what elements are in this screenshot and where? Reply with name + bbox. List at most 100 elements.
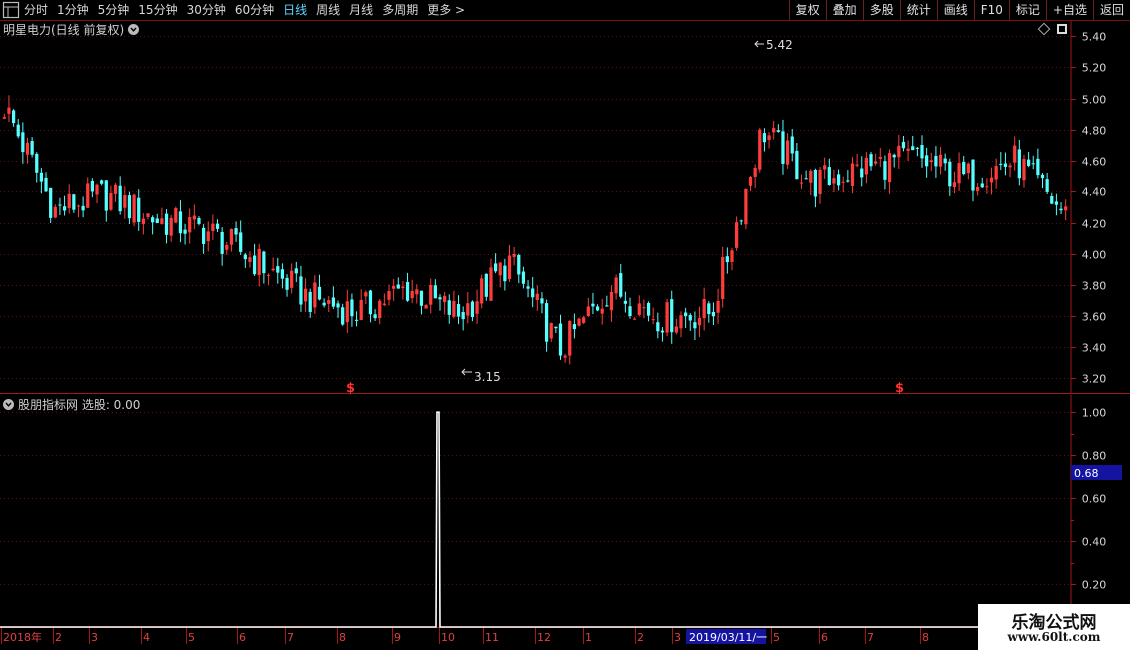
- candle-body: [456, 304, 461, 317]
- candle-body: [660, 330, 665, 333]
- tab-more[interactable]: 更多 >: [427, 0, 465, 20]
- price-tick-label: 4.80: [1082, 125, 1107, 138]
- candle-body: [271, 268, 275, 271]
- layout-icon[interactable]: [2, 1, 20, 19]
- candle-body: [109, 192, 113, 210]
- candle-body: [549, 322, 553, 339]
- candle-body: [118, 185, 122, 212]
- candle-body: [285, 277, 289, 290]
- candle-body: [906, 148, 910, 151]
- candle-body: [466, 303, 470, 316]
- candle-body: [517, 254, 521, 275]
- kline-chart[interactable]: 3.20 3.40 3.60 3.80 4.00 4.20 4.40 4.60 4.80 5.00…: [0, 0, 1130, 650]
- candle-body: [308, 291, 312, 312]
- candle-body: [183, 229, 187, 234]
- candle-body: [531, 288, 535, 298]
- tab-weekly[interactable]: 周线: [316, 0, 340, 20]
- candle-body: [823, 165, 827, 170]
- overlay-button[interactable]: 叠加: [825, 0, 863, 20]
- tab-30min[interactable]: 30分钟: [187, 0, 226, 20]
- candle-body: [744, 188, 748, 225]
- indicator-series-line: [0, 411, 1070, 628]
- signal-marker: $: [346, 381, 355, 396]
- candle-body: [938, 154, 943, 167]
- candle-body: [132, 194, 136, 223]
- date-label: 11: [485, 631, 499, 644]
- date-label: 6: [821, 631, 828, 644]
- high-annotation: 5.42: [754, 38, 793, 52]
- date-label: 4: [143, 631, 150, 644]
- candle-body: [452, 301, 456, 317]
- period-toolbar: 分时 1分钟 5分钟 15分钟 30分钟 60分钟 日线 周线 月线 多周期 更…: [0, 0, 1130, 21]
- candle-body: [266, 274, 271, 276]
- tab-1min[interactable]: 1分钟: [57, 0, 89, 20]
- candle-body: [943, 158, 947, 164]
- candles: [2, 95, 1068, 365]
- indicator-tick-label: 0.60: [1082, 493, 1107, 506]
- price-tick-label: 4.20: [1082, 218, 1107, 231]
- candle-body: [503, 265, 507, 282]
- candle-body: [883, 161, 887, 180]
- candle-body: [535, 293, 539, 300]
- indicator-title: 股朋指标网 选股: 0.00: [18, 397, 141, 412]
- draw-line-button[interactable]: 画线: [936, 0, 974, 20]
- tab-monthly[interactable]: 月线: [349, 0, 373, 20]
- period-tabs: 分时 1分钟 5分钟 15分钟 30分钟 60分钟 日线 周线 月线 多周期 更…: [0, 0, 474, 20]
- back-button[interactable]: 返回: [1092, 0, 1130, 20]
- mark-button[interactable]: 标记: [1008, 0, 1046, 20]
- candle-body: [215, 223, 220, 229]
- date-label: 5: [773, 631, 780, 644]
- candle-body: [813, 169, 818, 197]
- candle-body: [809, 170, 813, 183]
- f10-button[interactable]: F10: [973, 0, 1009, 20]
- candle-body: [239, 232, 243, 252]
- candle-body: [44, 177, 48, 192]
- candle-body: [1040, 174, 1045, 179]
- price-tick-label: 4.00: [1082, 249, 1107, 262]
- date-label: 8: [922, 631, 929, 644]
- candle-body: [790, 136, 794, 154]
- candle-body: [948, 161, 952, 187]
- candle-body: [628, 306, 632, 317]
- candle-body: [558, 323, 563, 356]
- tab-fenshi[interactable]: 分时: [24, 0, 48, 20]
- chevron-down-icon[interactable]: [3, 398, 14, 410]
- diamond-icon[interactable]: [1037, 22, 1051, 36]
- fuquan-button[interactable]: 复权: [788, 0, 826, 20]
- candle-body: [350, 299, 354, 317]
- indicator-title-bar: 股朋指标网 选股: 0.00: [3, 396, 140, 412]
- candle-body: [76, 205, 81, 207]
- maximize-icon[interactable]: [1057, 24, 1067, 34]
- candle-body: [16, 124, 20, 137]
- statistics-button[interactable]: 统计: [899, 0, 937, 20]
- chevron-down-icon[interactable]: [128, 23, 140, 35]
- candle-body: [684, 312, 688, 317]
- candle-body: [62, 206, 67, 211]
- candle-body: [359, 299, 363, 321]
- date-label: 7: [287, 631, 294, 644]
- tab-daily[interactable]: 日线: [283, 0, 307, 20]
- candle-body: [392, 285, 396, 289]
- candle-body: [540, 298, 544, 304]
- candle-body: [582, 317, 586, 323]
- candle-body: [303, 288, 308, 302]
- candle-body: [39, 172, 44, 182]
- date-axis: 2018年 2 3 4 5 6 7 8 9 10 11 12 1 2 3 2019/03/11/一 5 6 7 8: [1, 628, 929, 644]
- candle-body: [489, 267, 493, 301]
- add-watchlist-button[interactable]: +自选: [1045, 0, 1093, 20]
- tab-multi-period[interactable]: 多周期: [382, 0, 418, 20]
- multi-stock-button[interactable]: 多股: [862, 0, 900, 20]
- date-label: 12: [537, 631, 551, 644]
- candle-body: [962, 161, 966, 175]
- candle-body: [410, 290, 414, 299]
- candle-body: [934, 155, 938, 167]
- candle-body: [563, 355, 567, 358]
- candle-body: [141, 218, 145, 225]
- candle-body: [197, 218, 201, 224]
- tab-60min[interactable]: 60分钟: [235, 0, 274, 20]
- candle-body: [711, 311, 716, 317]
- tab-5min[interactable]: 5分钟: [98, 0, 130, 20]
- candle-body: [633, 318, 637, 320]
- candle-body: [725, 256, 729, 263]
- tab-15min[interactable]: 15分钟: [138, 0, 177, 20]
